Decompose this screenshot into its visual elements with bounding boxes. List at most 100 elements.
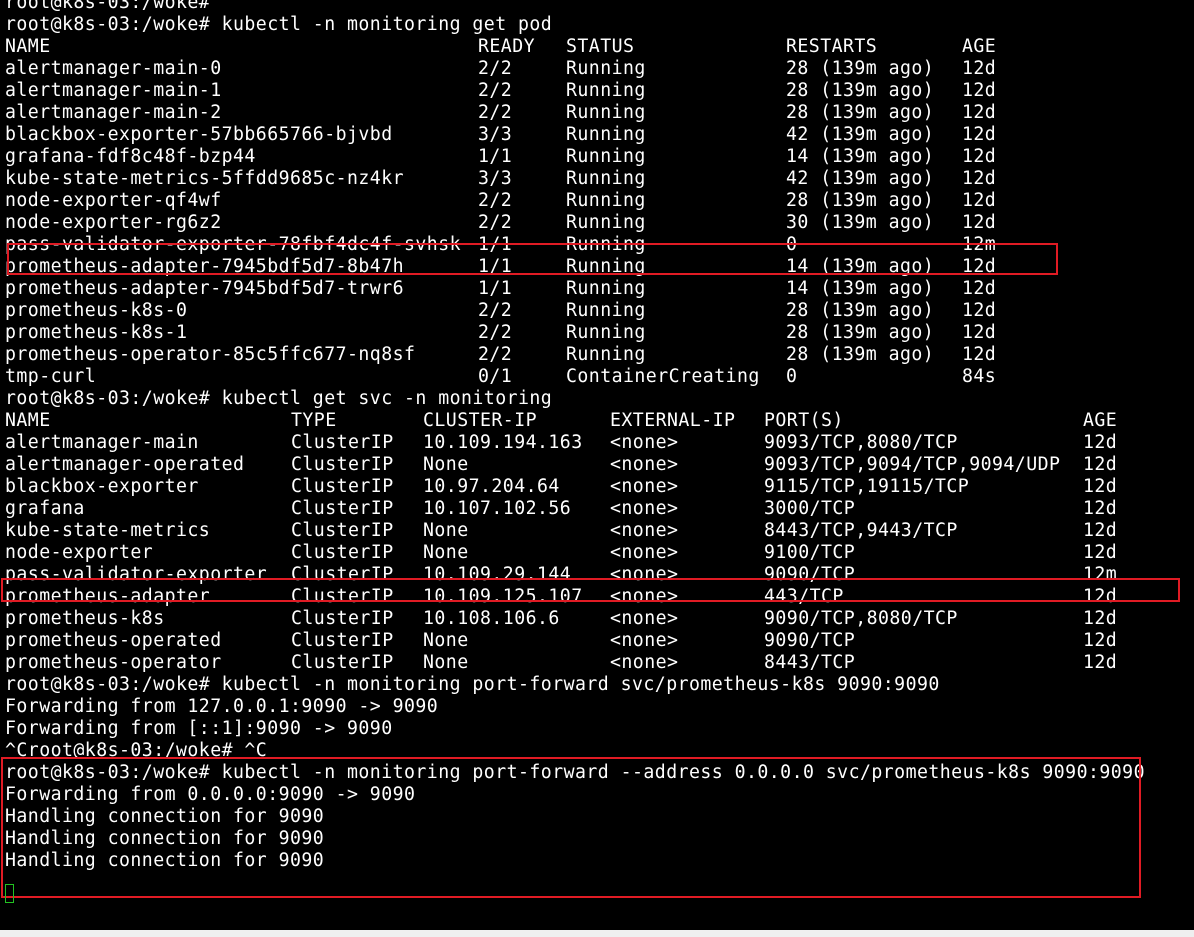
svc-type: ClusterIP — [291, 630, 394, 651]
terminal-line: Forwarding from 0.0.0.0:9090 -> 9090 — [5, 784, 416, 805]
svc-table-header: NAME TYPE CLUSTER-IP EXTERNAL-IP PORT(S)… — [5, 410, 1194, 432]
pod-age: 12d — [962, 102, 997, 123]
pod-status: Running — [566, 146, 646, 167]
pod-name: tmp-curl — [5, 366, 97, 387]
svc-cluster-ip: 10.97.204.64 — [423, 476, 560, 497]
pod-row: alertmanager-main-1 2/2 Running 28 (139m ag… — [5, 80, 1194, 102]
svc-type: ClusterIP — [291, 498, 394, 519]
pod-row: prometheus-adapter-7945bdf5d7-8b47h 1/1 Ru… — [5, 256, 1194, 278]
svc-type: ClusterIP — [291, 476, 394, 497]
svc-external-ip: <none> — [610, 542, 679, 563]
window-bottom-edge — [0, 930, 1194, 937]
pod-name: prometheus-k8s-0 — [5, 300, 188, 321]
svc-name: prometheus-operated — [5, 630, 222, 651]
svc-row: pass-validator-exporter ClusterIP 10.109.2… — [5, 564, 1194, 586]
svc-name: prometheus-operator — [5, 652, 222, 673]
pod-age: 12d — [962, 168, 997, 189]
svc-ports: 8443/TCP,9443/TCP — [764, 520, 958, 541]
pod-restarts: 28 (139m ago) — [786, 344, 935, 365]
pod-status: Running — [566, 322, 646, 343]
pod-name: alertmanager-main-1 — [5, 80, 222, 101]
svc-type: ClusterIP — [291, 652, 394, 673]
svc-external-ip: <none> — [610, 520, 679, 541]
svc-name: blackbox-exporter — [5, 476, 199, 497]
pod-name: alertmanager-main-0 — [5, 58, 222, 79]
svc-row: kube-state-metrics ClusterIP None <none> 844… — [5, 520, 1194, 542]
header-name: NAME — [5, 410, 51, 431]
header-status: STATUS — [566, 36, 635, 57]
header-cluster-ip: CLUSTER-IP — [423, 410, 537, 431]
terminal-line: Handling connection for 9090 — [5, 850, 325, 871]
pod-restarts: 42 (139m ago) — [786, 124, 935, 145]
svc-external-ip: <none> — [610, 652, 679, 673]
pod-restarts: 42 (139m ago) — [786, 168, 935, 189]
pod-ready: 1/1 — [478, 146, 513, 167]
pod-ready: 1/1 — [478, 256, 513, 277]
svc-external-ip: <none> — [610, 454, 679, 475]
svc-age: 12d — [1083, 608, 1118, 629]
svc-type: ClusterIP — [291, 564, 394, 585]
pod-status: Running — [566, 300, 646, 321]
pod-age: 12d — [962, 124, 997, 145]
svc-age: 12d — [1083, 498, 1118, 519]
svc-ports: 9115/TCP,19115/TCP — [764, 476, 970, 497]
svc-ports: 9093/TCP,9094/TCP,9094/UDP — [764, 454, 1061, 475]
svc-ports: 8443/TCP — [764, 652, 856, 673]
svc-type: ClusterIP — [291, 608, 394, 629]
svc-name: prometheus-adapter — [5, 586, 211, 607]
pod-row: grafana-fdf8c48f-bzp44 1/1 Running 14 (139m… — [5, 146, 1194, 168]
terminal-line: Forwarding from [::1]:9090 -> 9090 — [5, 718, 393, 739]
svc-ports: 9090/TCP — [764, 630, 856, 651]
header-age: AGE — [962, 36, 997, 57]
header-external-ip: EXTERNAL-IP — [610, 410, 736, 431]
pod-name: kube-state-metrics-5ffdd9685c-nz4kr — [5, 168, 404, 189]
svc-cluster-ip: 10.108.106.6 — [423, 608, 560, 629]
pod-name: grafana-fdf8c48f-bzp44 — [5, 146, 256, 167]
pod-status: Running — [566, 80, 646, 101]
svc-cluster-ip: None — [423, 542, 469, 563]
pod-row: alertmanager-main-2 2/2 Running 28 (139m ag… — [5, 102, 1194, 124]
pod-row: prometheus-operator-85c5ffc677-nq8sf 2/2 R… — [5, 344, 1194, 366]
pod-age: 12d — [962, 190, 997, 211]
svc-name: pass-validator-exporter — [5, 564, 268, 585]
svc-external-ip: <none> — [610, 608, 679, 629]
pod-name: alertmanager-main-2 — [5, 102, 222, 123]
pod-age: 12d — [962, 322, 997, 343]
svc-type: ClusterIP — [291, 454, 394, 475]
terminal-line: Forwarding from 127.0.0.1:9090 -> 9090 — [5, 696, 439, 717]
pod-ready: 2/2 — [478, 300, 513, 321]
svc-row: prometheus-operator ClusterIP None <none> 84… — [5, 652, 1194, 674]
header-ports: PORT(S) — [764, 410, 844, 431]
pod-table-body: alertmanager-main-0 2/2 Running 28 (139m ag… — [5, 58, 1194, 388]
pod-row: blackbox-exporter-57bb665766-bjvbd 3/3 Run… — [5, 124, 1194, 146]
pod-name: prometheus-adapter-7945bdf5d7-trwr6 — [5, 278, 404, 299]
terminal-window[interactable]: root@k8s-03:/woke# root@k8s-03:/woke# ku… — [0, 0, 1194, 930]
svc-external-ip: <none> — [610, 564, 679, 585]
pod-ready: 2/2 — [478, 80, 513, 101]
svc-row: prometheus-adapter ClusterIP 10.109.125.10… — [5, 586, 1194, 608]
svc-name: alertmanager-operated — [5, 454, 245, 475]
pod-restarts: 28 (139m ago) — [786, 80, 935, 101]
terminal-line: Handling connection for 9090 — [5, 806, 325, 827]
terminal-line: root@k8s-03:/woke# kubectl get svc -n mo… — [5, 388, 553, 409]
svc-cluster-ip: None — [423, 652, 469, 673]
pod-name: blackbox-exporter-57bb665766-bjvbd — [5, 124, 393, 145]
terminal-line: Handling connection for 9090 — [5, 828, 325, 849]
svc-row: prometheus-operated ClusterIP None <none> 90… — [5, 630, 1194, 652]
svc-row: node-exporter ClusterIP None <none> 9100/TCP… — [5, 542, 1194, 564]
svc-cluster-ip: None — [423, 520, 469, 541]
svc-cluster-ip: 10.109.29.144 — [423, 564, 572, 585]
svc-name: grafana — [5, 498, 85, 519]
pod-status: Running — [566, 344, 646, 365]
svc-name: alertmanager-main — [5, 432, 199, 453]
svc-external-ip: <none> — [610, 498, 679, 519]
terminal-output: root@k8s-03:/woke# root@k8s-03:/woke# ku… — [5, 0, 1194, 872]
pod-age: 12d — [962, 146, 997, 167]
svc-external-ip: <none> — [610, 630, 679, 651]
svc-age: 12d — [1083, 586, 1118, 607]
svc-row: alertmanager-operated ClusterIP None <none>… — [5, 454, 1194, 476]
pod-status: Running — [566, 234, 646, 255]
terminal-line: root@k8s-03:/woke# kubectl -n monitoring… — [5, 762, 1145, 783]
terminal-line: root@k8s-03:/woke# kubectl -n monitoring… — [5, 14, 553, 35]
svc-age: 12d — [1083, 630, 1118, 651]
